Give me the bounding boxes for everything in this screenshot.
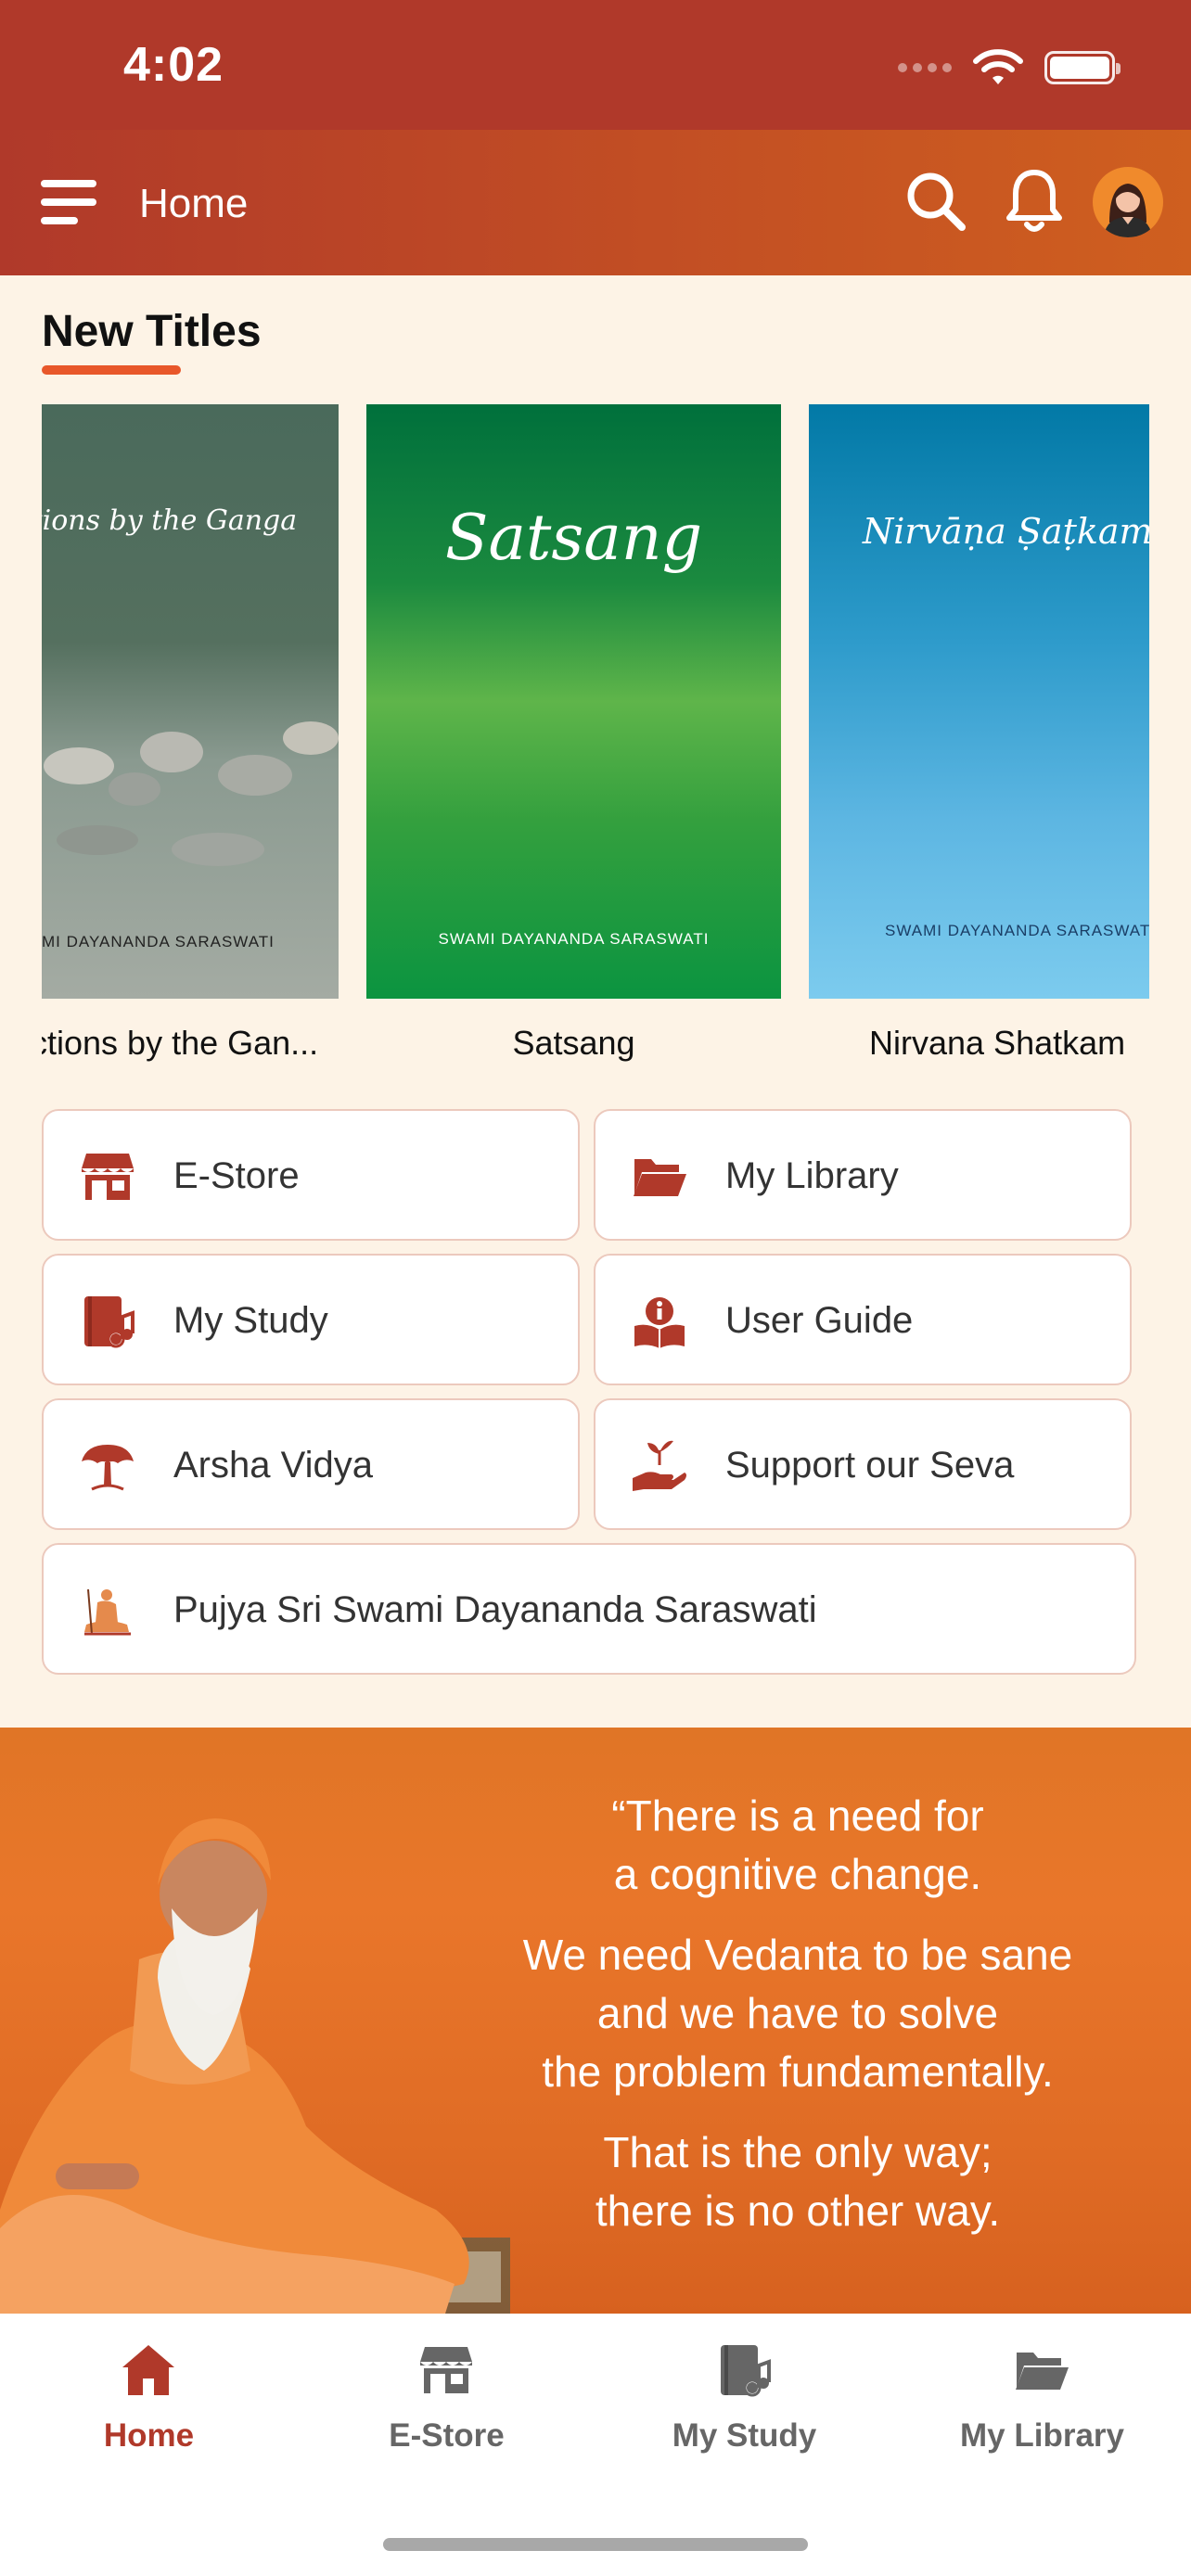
status-time: 4:02 bbox=[123, 38, 224, 92]
menu-card-label: E-Store bbox=[173, 1155, 300, 1196]
quote-text: “There is a need for a cognitive change.… bbox=[464, 1787, 1132, 2263]
status-bar: 4:02 bbox=[0, 0, 1191, 130]
quote-line: That is the only way; bbox=[603, 2128, 992, 2176]
tab-my-study[interactable]: My Study bbox=[596, 2314, 893, 2480]
book-cover-author: SWAMI DAYANANDA SARASWATI bbox=[438, 930, 710, 948]
battery-icon bbox=[1044, 51, 1121, 84]
quote-line: there is no other way. bbox=[595, 2187, 1001, 2235]
section-title-new-titles: New Titles bbox=[42, 307, 262, 356]
new-titles-carousel[interactable]: ections by the Ganga MI DAYANANDA SARASW… bbox=[42, 404, 1149, 1072]
menu-card-arsha-vidya[interactable]: Arsha Vidya bbox=[42, 1398, 580, 1530]
bottom-tab-bar: Home E-Store My Study My Library bbox=[0, 2314, 1191, 2576]
menu-card-e-store[interactable]: E-Store bbox=[42, 1109, 580, 1241]
book-cover-author: SWAMI DAYANANDA SARASWATI bbox=[885, 922, 1149, 939]
swami-photo-image bbox=[0, 1818, 510, 2314]
quote-line: “There is a need for bbox=[611, 1792, 984, 1840]
home-indicator[interactable] bbox=[383, 2538, 808, 2551]
folder-icon bbox=[634, 1159, 686, 1196]
section-title-underline bbox=[42, 365, 181, 375]
menu-card-label: My Library bbox=[725, 1155, 899, 1196]
book-cover-title: Nirvāṇa Ṣaṭkam bbox=[863, 511, 1149, 552]
avatar-person-icon bbox=[1104, 184, 1152, 237]
menu-card-user-guide[interactable]: User Guide bbox=[594, 1254, 1132, 1385]
store-icon bbox=[420, 2347, 472, 2393]
tab-label: E-Store bbox=[389, 2417, 505, 2454]
search-icon[interactable] bbox=[903, 169, 968, 234]
seedling-hand-icon bbox=[633, 1440, 686, 1491]
top-nav-bar: Home bbox=[0, 130, 1191, 275]
menu-card-label: User Guide bbox=[725, 1300, 914, 1341]
user-guide-icon bbox=[634, 1297, 685, 1348]
store-icon bbox=[82, 1154, 134, 1200]
tab-label: My Library bbox=[960, 2417, 1124, 2454]
book-cover-author: MI DAYANANDA SARASWATI bbox=[42, 933, 275, 950]
swami-icon bbox=[84, 1588, 131, 1636]
user-avatar[interactable] bbox=[1093, 167, 1163, 237]
tab-home[interactable]: Home bbox=[0, 2314, 298, 2480]
tree-icon bbox=[82, 1445, 134, 1491]
cellular-signal-icon bbox=[898, 63, 952, 72]
menu-card-pujya-sri-swami[interactable]: Pujya Sri Swami Dayananda Saraswati bbox=[42, 1543, 1136, 1675]
folder-icon bbox=[1016, 2353, 1069, 2390]
book-caption: Satsang bbox=[512, 1024, 635, 1062]
status-icons bbox=[898, 46, 1121, 89]
page-title: Home bbox=[139, 181, 249, 226]
menu-card-label: Pujya Sri Swami Dayananda Saraswati bbox=[173, 1589, 817, 1630]
quote-line: the problem fundamentally. bbox=[542, 2047, 1054, 2096]
book-cover[interactable]: Nirvāṇa Ṣaṭkam SWAMI DAYANANDA SARASWATI bbox=[809, 404, 1149, 999]
tab-label: Home bbox=[103, 2417, 195, 2454]
music-book-icon bbox=[721, 2345, 771, 2397]
tab-label: My Study bbox=[672, 2417, 817, 2454]
book-cover[interactable]: Satsang SWAMI DAYANANDA SARASWATI bbox=[366, 404, 781, 999]
tab-e-store[interactable]: E-Store bbox=[298, 2314, 596, 2480]
quote-banner: “There is a need for a cognitive change.… bbox=[0, 1728, 1191, 2314]
wifi-icon bbox=[973, 49, 1023, 84]
book-cover-title: Satsang bbox=[444, 502, 703, 575]
tab-my-library[interactable]: My Library bbox=[893, 2314, 1191, 2480]
menu-card-label: My Study bbox=[173, 1300, 328, 1341]
menu-card-label: Arsha Vidya bbox=[173, 1445, 373, 1486]
quote-line: We need Vedanta to be sane bbox=[522, 1931, 1073, 1979]
hamburger-menu-icon[interactable] bbox=[41, 176, 98, 228]
notification-bell-icon[interactable] bbox=[1004, 167, 1065, 236]
quote-line: a cognitive change. bbox=[613, 1850, 982, 1898]
book-caption: ctions by the Gan... bbox=[42, 1024, 319, 1062]
menu-card-my-library[interactable]: My Library bbox=[594, 1109, 1132, 1241]
home-icon bbox=[122, 2345, 174, 2395]
book-caption: Nirvana Shatkam bbox=[869, 1024, 1126, 1062]
book-cover-title: ections by the Ganga bbox=[42, 504, 298, 537]
quote-line: and we have to solve bbox=[596, 1989, 999, 2037]
book-cover[interactable]: ections by the Ganga MI DAYANANDA SARASW… bbox=[42, 404, 339, 999]
music-book-icon bbox=[84, 1296, 134, 1348]
river-stones-image bbox=[44, 721, 339, 866]
menu-card-label: Support our Seva bbox=[725, 1445, 1015, 1486]
menu-card-support-our-seva[interactable]: Support our Seva bbox=[594, 1398, 1132, 1530]
menu-card-my-study[interactable]: My Study bbox=[42, 1254, 580, 1385]
